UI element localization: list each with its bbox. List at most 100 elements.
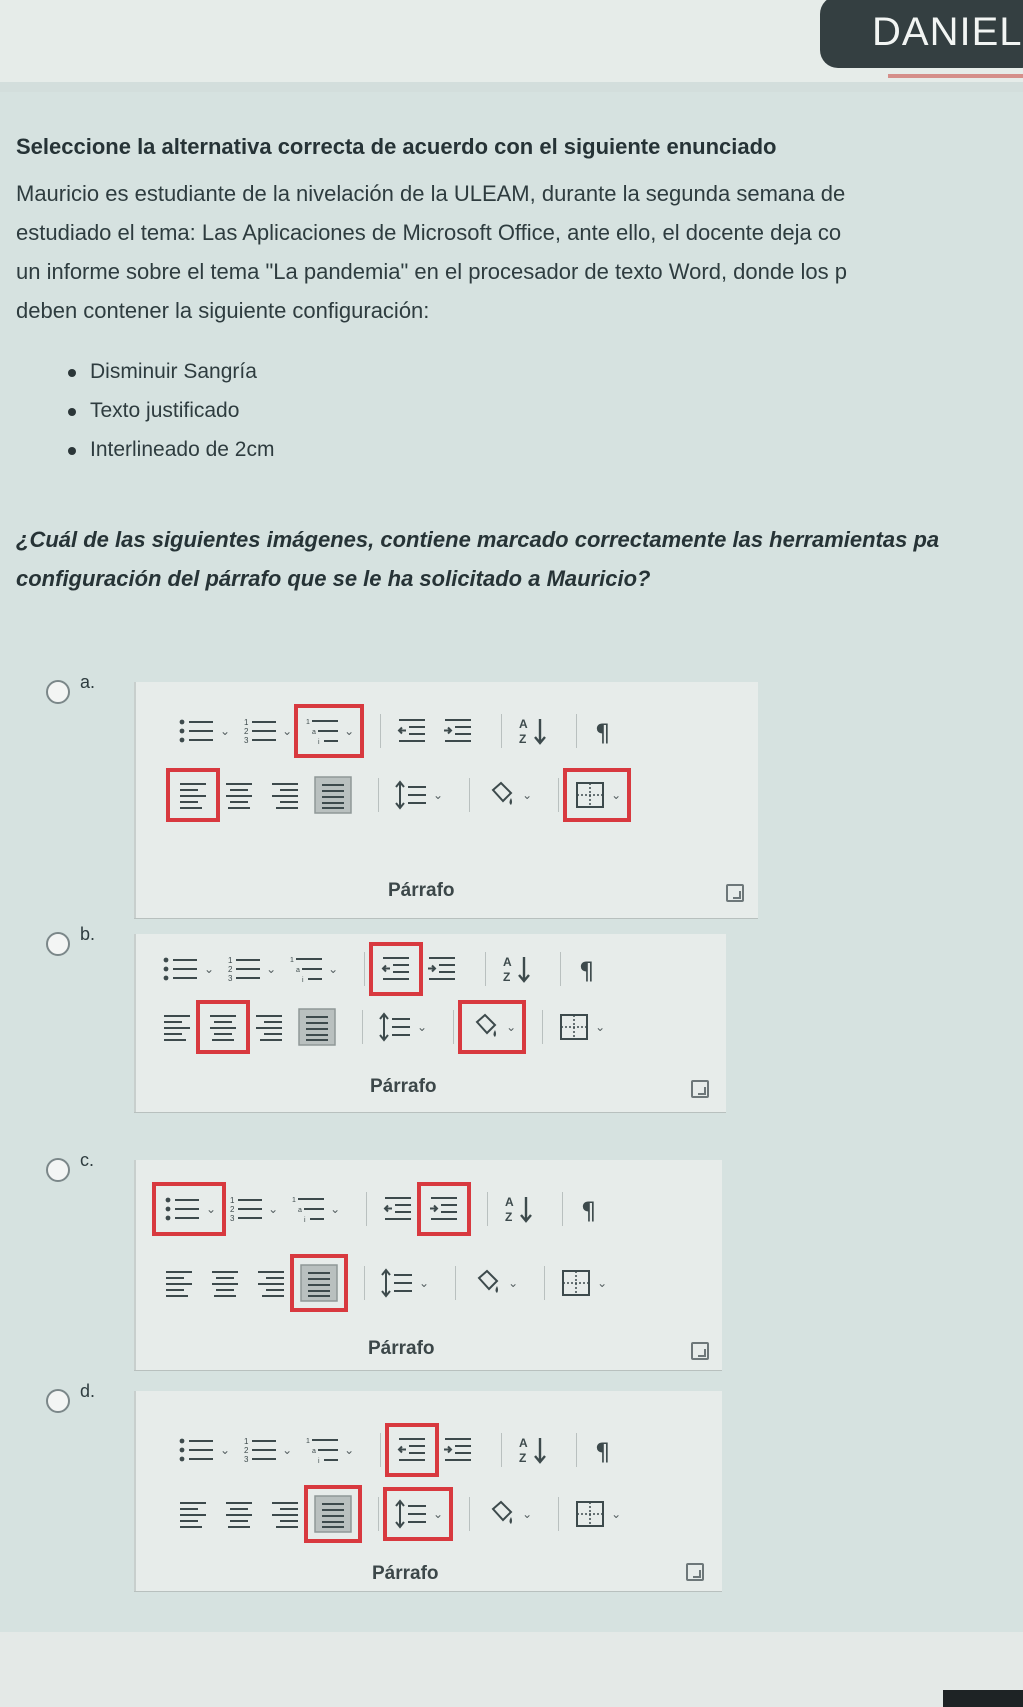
sort-icon: AZ <box>516 1433 550 1467</box>
align-center-icon <box>208 1266 242 1300</box>
option-radio-c[interactable] <box>46 1158 70 1182</box>
dialog-launcher-icon <box>691 1080 709 1098</box>
align-center-icon <box>222 1497 256 1531</box>
svg-text:A: A <box>503 955 512 969</box>
decrease-indent-icon <box>395 714 429 748</box>
svg-text:a: a <box>298 1207 302 1214</box>
option-letter: c. <box>80 1150 95 1170</box>
paragraph-group-image: ⌄ 1 2 3 ⌄ 1 a i ⌄ A Z ¶ ⌄ ⌄ ⌄ Párrafo <box>134 1391 722 1591</box>
svg-text:1: 1 <box>306 719 310 726</box>
sort-icon: AZ <box>516 714 550 748</box>
group-label: Párrafo <box>370 1076 437 1097</box>
svg-text:A: A <box>519 717 528 731</box>
toolbar-separator <box>576 1433 578 1467</box>
svg-text:i: i <box>318 739 320 746</box>
chevron-down-icon: ⌄ <box>506 1020 517 1034</box>
requirement-list: Disminuir Sangría Texto justificado Inte… <box>67 352 274 469</box>
svg-text:¶: ¶ <box>579 957 594 985</box>
toolbar-separator <box>378 778 379 812</box>
toolbar-separator <box>558 778 560 812</box>
multilevel-list-icon: 1 a i ⌄ <box>288 952 338 986</box>
svg-text:1: 1 <box>230 1196 235 1205</box>
chevron-down-icon: ⌄ <box>433 788 444 802</box>
align-right-icon <box>254 1266 288 1300</box>
toolbar-separator <box>560 952 562 986</box>
chevron-down-icon: ⌄ <box>330 1202 341 1216</box>
bullets-icon: ⌄ <box>176 714 230 748</box>
chevron-down-icon: ⌄ <box>220 1443 231 1457</box>
justify-icon <box>314 776 352 814</box>
svg-text:Z: Z <box>505 1210 512 1224</box>
bullets-icon: ⌄ <box>176 1433 230 1467</box>
justify-icon <box>290 1254 348 1312</box>
numbering-icon: 1 2 3 ⌄ <box>242 714 292 748</box>
toolbar-separator <box>364 1266 365 1300</box>
toolbar-separator <box>501 714 503 748</box>
dialog-launcher-icon <box>691 1342 709 1360</box>
svg-text:A: A <box>505 1195 514 1209</box>
paragraph-line: un informe sobre el tema "La pandemia" e… <box>16 259 847 284</box>
chevron-down-icon: ⌄ <box>508 1276 519 1290</box>
requirement-item: Texto justificado <box>67 391 274 430</box>
align-right-icon <box>268 778 302 812</box>
option-radio-a[interactable] <box>46 680 70 704</box>
user-badge[interactable]: DANIEL <box>820 0 1023 68</box>
toolbar-separator <box>380 714 382 748</box>
align-left-icon <box>176 1497 210 1531</box>
option-radio-b[interactable] <box>46 932 70 956</box>
toolbar-row: ⌄ 1 2 3 ⌄ 1 a i ⌄ A Z ¶ <box>160 942 613 996</box>
chevron-down-icon: ⌄ <box>282 724 293 738</box>
svg-text:Z: Z <box>519 732 526 746</box>
svg-text:Z: Z <box>503 970 510 984</box>
toolbar-separator <box>364 952 366 986</box>
paragraph-line: estudiado el tema: Las Aplicaciones de M… <box>16 220 842 245</box>
chevron-down-icon: ⌄ <box>204 962 215 976</box>
align-left-icon <box>162 1266 196 1300</box>
chevron-down-icon: ⌄ <box>611 788 622 802</box>
borders-icon: ⌄ <box>573 1497 621 1531</box>
toolbar-separator <box>362 1010 363 1044</box>
chevron-down-icon: ⌄ <box>266 962 277 976</box>
chevron-down-icon: ⌄ <box>522 1507 533 1521</box>
chevron-down-icon: ⌄ <box>268 1202 279 1216</box>
shading-icon: ⌄ <box>484 778 532 812</box>
dialog-launcher-icon <box>726 884 744 902</box>
option-letter: b. <box>80 924 96 944</box>
svg-text:a: a <box>312 1448 316 1455</box>
group-label: Párrafo <box>368 1338 435 1359</box>
screen-corner <box>943 1690 1023 1707</box>
page-footer <box>0 1632 1023 1707</box>
chevron-down-icon: ⌄ <box>597 1276 608 1290</box>
chevron-down-icon: ⌄ <box>344 1443 355 1457</box>
borders-icon: ⌄ <box>559 1266 607 1300</box>
toolbar-separator <box>455 1266 457 1300</box>
group-label: Párrafo <box>372 1563 439 1584</box>
shading-icon: ⌄ <box>484 1497 532 1531</box>
borders-icon: ⌄ <box>563 768 632 822</box>
svg-text:3: 3 <box>228 974 233 983</box>
chevron-down-icon: ⌄ <box>433 1507 444 1521</box>
multilevel-list-icon: 1 a i ⌄ <box>304 1433 354 1467</box>
line-spacing-icon: ⌄ <box>377 1010 427 1044</box>
option-radio-d[interactable] <box>46 1389 70 1413</box>
chevron-down-icon: ⌄ <box>522 788 533 802</box>
svg-text:2: 2 <box>228 965 233 974</box>
chevron-down-icon: ⌄ <box>417 1020 428 1034</box>
increase-indent-icon <box>441 1433 475 1467</box>
numbering-icon: 1 2 3 ⌄ <box>226 952 276 986</box>
svg-text:1: 1 <box>244 1437 249 1446</box>
chevron-down-icon: ⌄ <box>419 1276 430 1290</box>
paragraph-group-image: ⌄ 1 2 3 ⌄ 1 a i ⌄ A Z ¶ ⌄ ⌄ ⌄ Párrafo <box>134 934 726 1112</box>
toolbar-row: ⌄ ⌄ ⌄ <box>160 1000 617 1054</box>
svg-text:¶: ¶ <box>595 719 610 747</box>
toolbar-row: ⌄ ⌄ ⌄ <box>176 1485 633 1543</box>
borders-icon: ⌄ <box>557 1010 605 1044</box>
toolbar-separator <box>380 1433 382 1467</box>
prompt-line: configuración del párrafo que se le ha s… <box>16 566 651 591</box>
svg-text:2: 2 <box>244 1446 249 1455</box>
chevron-down-icon: ⌄ <box>611 1507 622 1521</box>
chevron-down-icon: ⌄ <box>220 724 231 738</box>
multilevel-list-icon: 1 a i ⌄ <box>290 1192 340 1226</box>
pilcrow-icon: ¶ <box>591 1433 617 1467</box>
line-spacing-icon: ⌄ <box>393 778 443 812</box>
